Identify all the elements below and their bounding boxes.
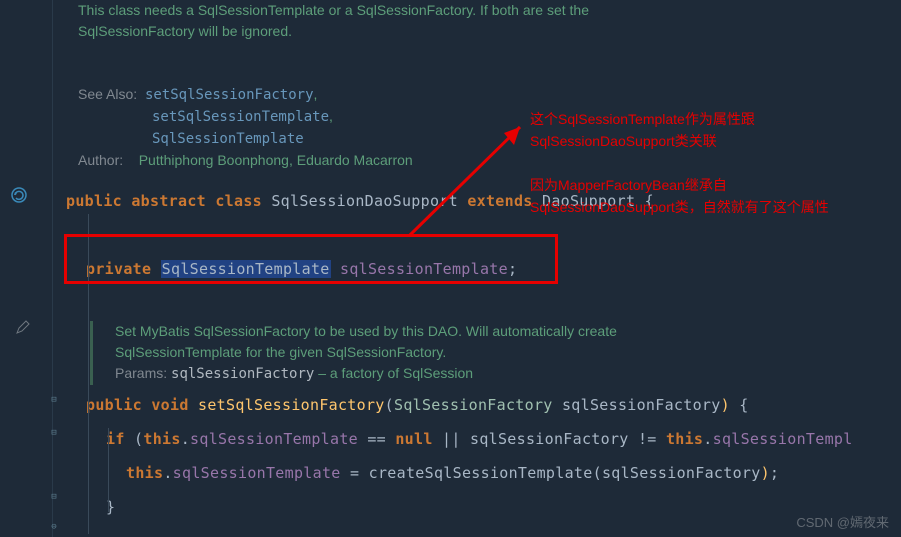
author-value: Putthiphong Boonphong, Eduardo Macarron [139, 152, 413, 168]
indent-guide [88, 214, 89, 534]
javadoc-link[interactable]: setSqlSessionFactory [145, 87, 314, 103]
field-declaration: private SqlSessionTemplate sqlSessionTem… [86, 259, 901, 279]
fold-marker[interactable]: ⊟ [49, 492, 59, 502]
code-editor[interactable]: ⊟ ⊟ ⊟ ⊖ This class needs a SqlSessionTem… [0, 0, 901, 537]
fold-marker[interactable]: ⊖ [49, 522, 59, 532]
method-javadoc: Set MyBatis SqlSessionFactory to be used… [90, 321, 901, 385]
highlighted-type: SqlSessionTemplate [161, 260, 331, 278]
edit-icon[interactable] [16, 320, 30, 339]
fold-marker[interactable]: ⊟ [49, 395, 59, 405]
gutter [0, 0, 53, 537]
code-area[interactable]: This class needs a SqlSessionTemplate or… [66, 0, 901, 517]
override-icon[interactable] [10, 186, 28, 209]
javadoc-link[interactable]: setSqlSessionTemplate [152, 109, 329, 125]
javadoc-link[interactable]: SqlSessionTemplate [152, 131, 304, 147]
if-statement: if (this.sqlSessionTemplate == null || s… [106, 429, 901, 449]
indent-guide [108, 428, 109, 512]
fold-marker[interactable]: ⊟ [49, 428, 59, 438]
seealso-label: See Also: [78, 86, 137, 102]
watermark: CSDN @嫣夜来 [796, 512, 889, 531]
class-javadoc: This class needs a SqlSessionTemplate or… [78, 0, 901, 171]
param-desc: – a factory of SqlSession [314, 365, 473, 381]
param-name: sqlSessionFactory [171, 366, 314, 382]
params-label: Params: [115, 365, 167, 381]
javadoc-text: Set MyBatis SqlSessionFactory to be used… [115, 323, 617, 339]
javadoc-text: SqlSessionTemplate for the given SqlSess… [115, 344, 446, 360]
assignment: this.sqlSessionTemplate = createSqlSessi… [126, 463, 901, 483]
author-label: Author: [78, 152, 123, 168]
class-declaration: public abstract class SqlSessionDaoSuppo… [66, 191, 901, 211]
close-brace: } [106, 497, 901, 517]
javadoc-text: SqlSessionFactory will be ignored. [78, 23, 292, 39]
method-signature: public void setSqlSessionFactory(SqlSess… [86, 395, 901, 415]
javadoc-text: This class needs a SqlSessionTemplate or… [78, 2, 589, 18]
